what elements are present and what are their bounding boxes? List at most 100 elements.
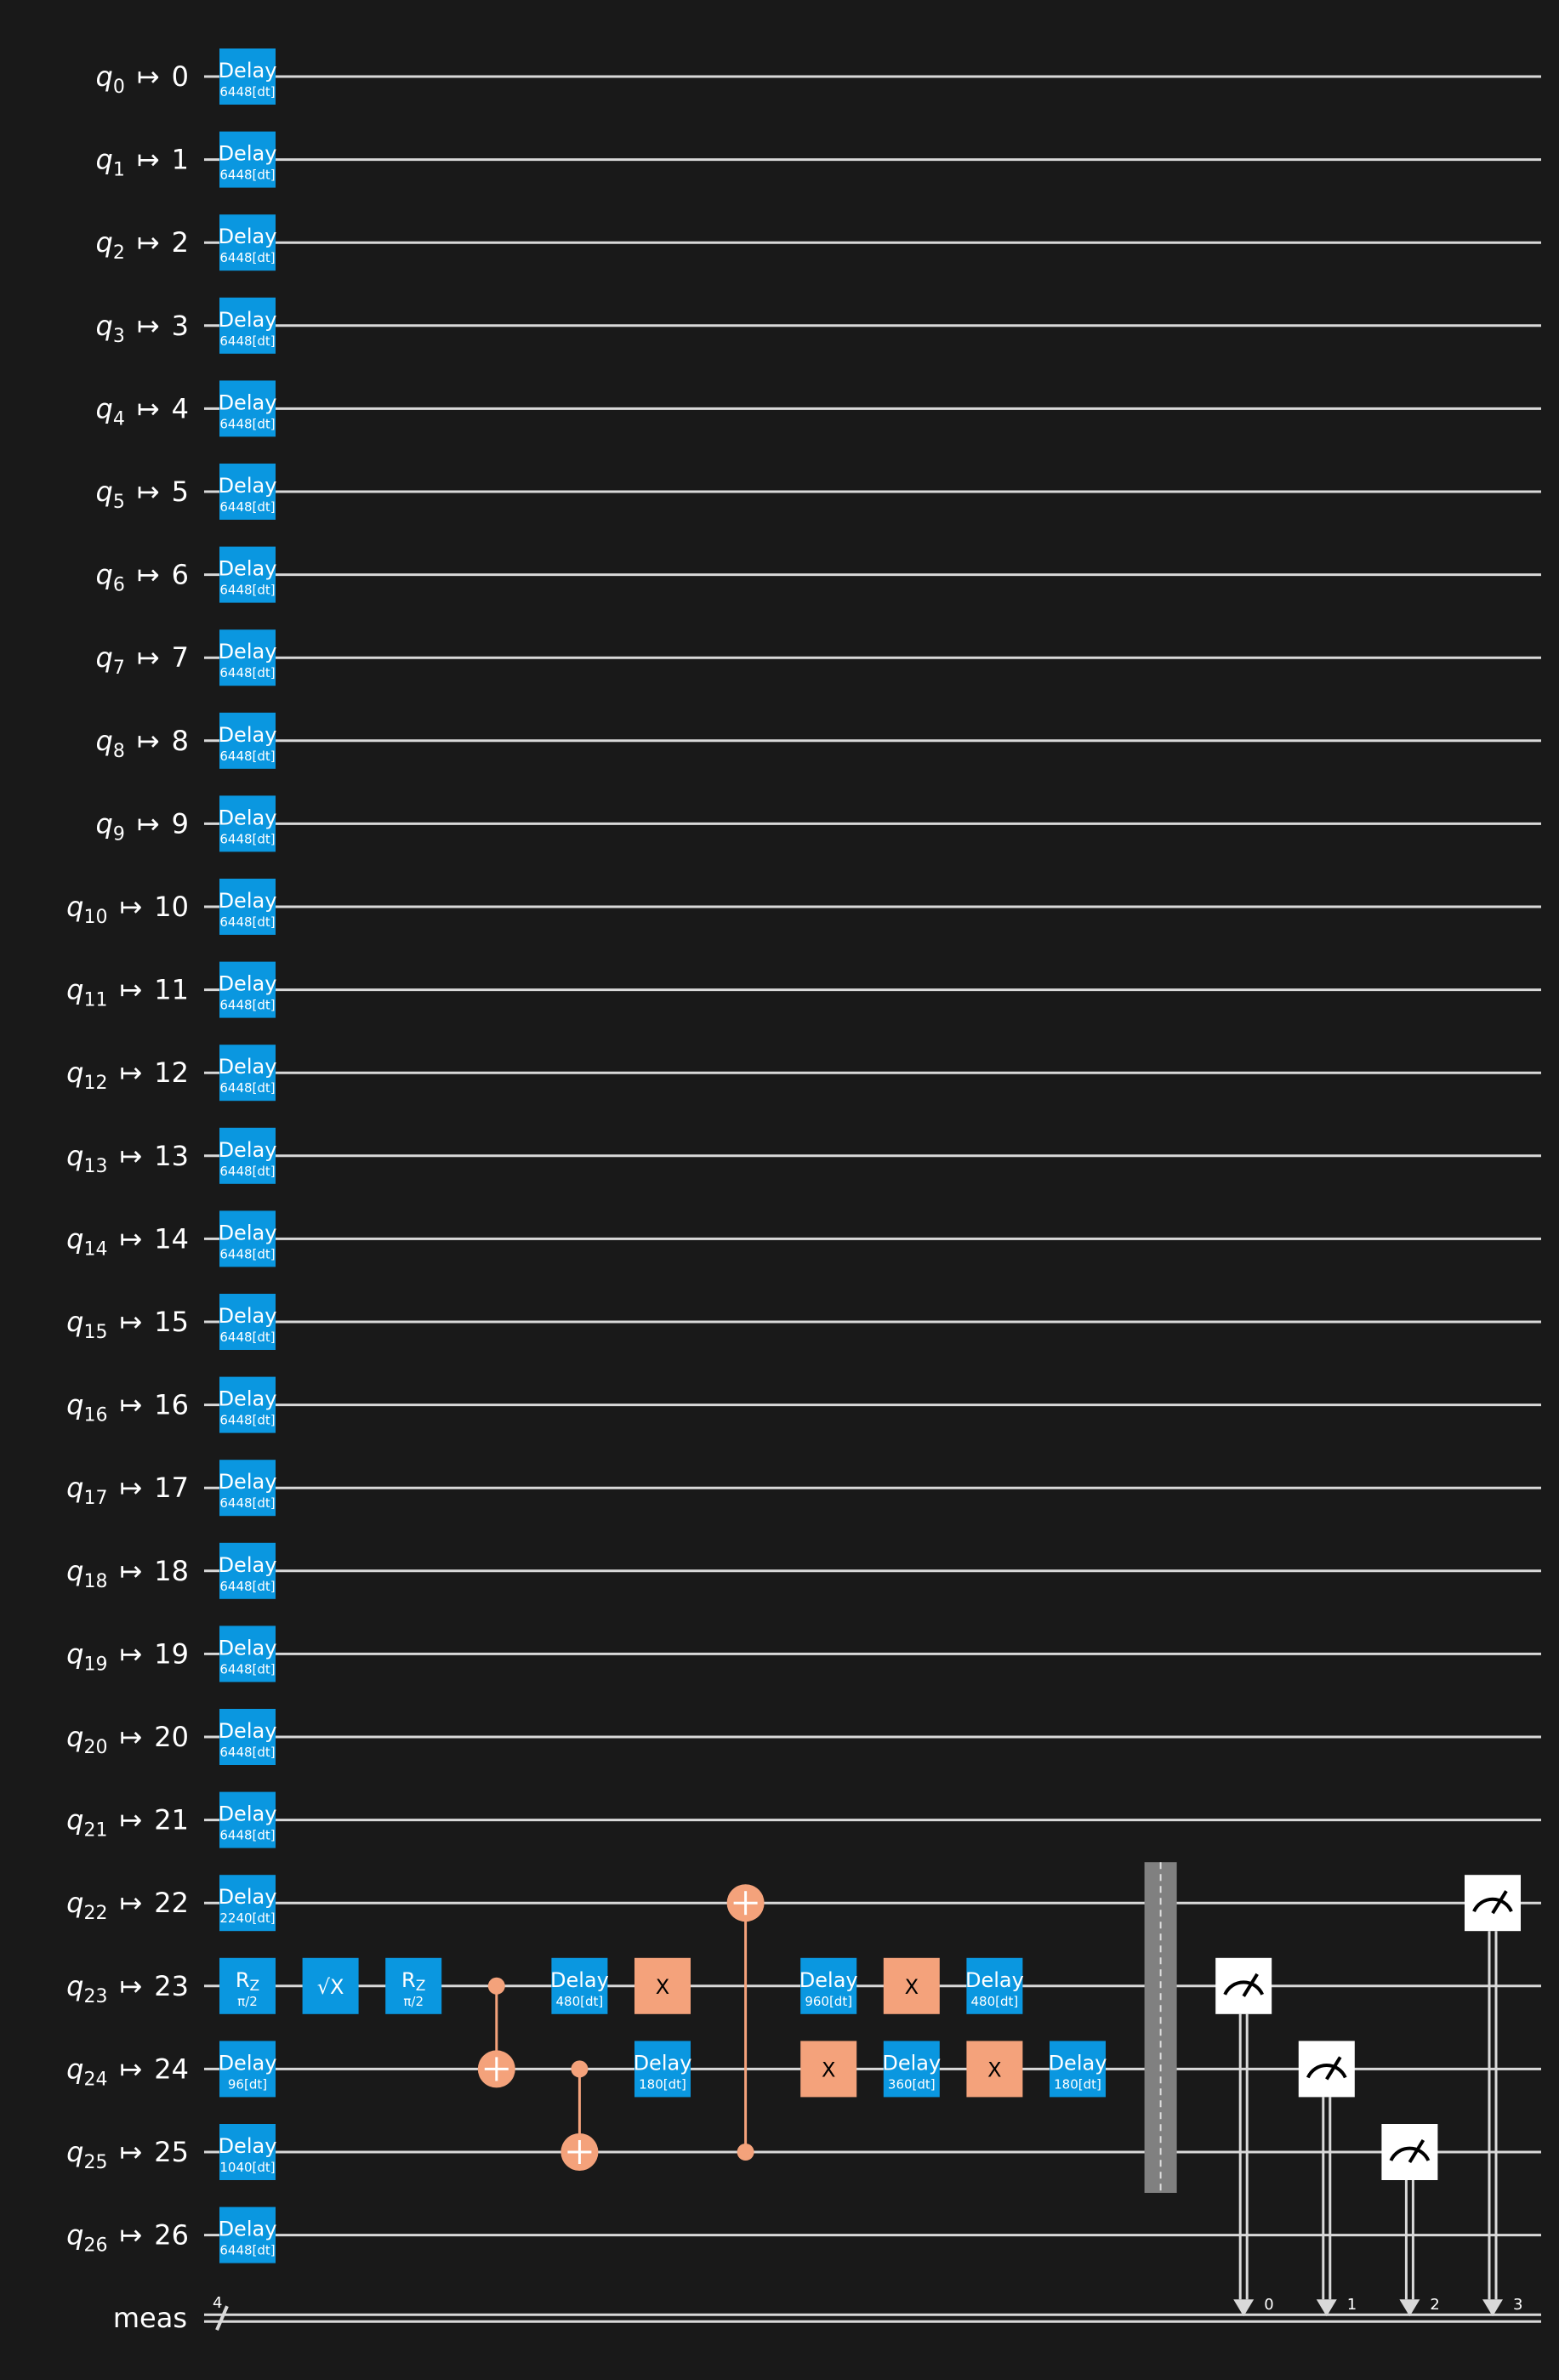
- delay-gate-label: Delay: [219, 2218, 277, 2241]
- delay-gate-label: Delay: [219, 889, 277, 913]
- delay-gate-param: 6448[dt]: [219, 665, 275, 680]
- qubit-label-name: q: [96, 392, 113, 424]
- qubit-label-index: 20: [83, 1737, 107, 1758]
- qubit-label-name: q: [96, 226, 113, 259]
- delay-gate: Delay 480[dt]: [965, 1957, 1024, 2014]
- qubit-label: q0 ↦ 0: [96, 60, 189, 98]
- mapsto-arrow: ↦: [137, 60, 160, 93]
- delay-gate-param: 6448[dt]: [219, 333, 275, 349]
- delay-gate-label: Delay: [219, 2134, 277, 2158]
- qubit-label-index: 7: [113, 658, 125, 679]
- qubit-label-name: q: [96, 725, 113, 757]
- physical-qubit-index: 25: [154, 2136, 189, 2168]
- mapsto-arrow: ↦: [137, 725, 160, 757]
- physical-qubit-index: 7: [172, 641, 189, 674]
- classical-register-label: meas: [113, 2302, 187, 2334]
- qubit-label-name: q: [66, 2053, 83, 2085]
- delay-gate: Delay6448[dt]: [219, 2206, 277, 2263]
- qubit-label-index: 13: [83, 1156, 107, 1177]
- cx-control-dot: [737, 2144, 754, 2161]
- qubit-label-index: 0: [113, 77, 125, 98]
- classical-bit-index: 1: [1347, 2296, 1357, 2314]
- physical-qubit-index: 23: [154, 1970, 189, 2002]
- delay-gate-param: 6448[dt]: [219, 998, 275, 1013]
- delay-gate-label: Delay: [219, 1802, 277, 1826]
- qubit-label-name: q: [66, 1721, 83, 1753]
- delay-gate: Delay180[dt]: [634, 2041, 692, 2098]
- delay-gate-label: Delay: [219, 390, 277, 414]
- delay-gate-label: Delay: [219, 2051, 277, 2075]
- qubit-label-name: q: [66, 1637, 83, 1670]
- barrier: [1144, 1862, 1177, 2193]
- measure-box: [1215, 1957, 1272, 2014]
- qubit-label-index: 6: [113, 575, 125, 596]
- qubit-label-name: q: [66, 1140, 83, 1172]
- qubit-label-name: q: [66, 1056, 83, 1089]
- mapsto-arrow: ↦: [137, 641, 160, 674]
- delay-gate-param: 6448[dt]: [219, 1579, 275, 1594]
- delay-gate-param: 96[dt]: [228, 2076, 267, 2092]
- delay-gate-param: 6448[dt]: [219, 1661, 275, 1677]
- x-gate: X: [634, 1957, 691, 2014]
- qubit-label: q1 ↦ 1: [96, 144, 189, 181]
- delay-gate-param: 6448[dt]: [219, 84, 275, 100]
- delay-gate: Delay6448[dt]: [219, 1791, 277, 1848]
- qubit-label-index: 24: [83, 2069, 107, 2090]
- mapsto-arrow: ↦: [119, 1306, 142, 1338]
- qubit-label-index: 14: [83, 1238, 107, 1260]
- delay-gate-param: 6448[dt]: [219, 250, 275, 265]
- qubit-label-index: 21: [83, 1820, 107, 1842]
- qubit-label-name: q: [66, 1555, 83, 1587]
- delay-gate-label: Delay: [219, 1138, 277, 1162]
- delay-gate: Delay6448[dt]: [219, 546, 277, 603]
- qubit-label-index: 12: [83, 1073, 107, 1094]
- delay-gate: Delay6448[dt]: [219, 712, 276, 769]
- qubit-label-index: 9: [113, 823, 125, 845]
- qubit-label-name: q: [66, 974, 83, 1006]
- delay-gate: Delay 960[dt]: [799, 1957, 858, 2014]
- delay-gate: Delay6448[dt]: [219, 131, 276, 188]
- delay-gate: Delay6448[dt]: [219, 1210, 276, 1267]
- delay-gate-param: 6448[dt]: [219, 1080, 275, 1096]
- delay-gate-label: Delay: [1049, 2051, 1107, 2075]
- delay-gate: Delay180[dt]: [1049, 2041, 1107, 2098]
- delay-gate: Delay 6448[dt]: [219, 380, 277, 437]
- qubit-label-index: 3: [113, 326, 125, 347]
- mapsto-arrow: ↦: [119, 1140, 142, 1172]
- delay-gate-label: Delay: [219, 225, 277, 248]
- delay-gate-label: Delay: [219, 1055, 277, 1079]
- delay-gate-label: Delay: [634, 2051, 692, 2075]
- rz-gate: RZπ/2: [385, 1957, 442, 2014]
- physical-qubit-index: 21: [154, 1804, 189, 1836]
- qubit-label-name: q: [96, 641, 113, 674]
- delay-gate-param: 480[dt]: [971, 1994, 1019, 2009]
- delay-gate: Delay6448[dt]: [219, 1709, 276, 1765]
- qubit-label: q9 ↦ 9: [96, 807, 189, 845]
- delay-gate: Delay6448[dt]: [219, 1045, 277, 1102]
- qubit-label-name: q: [96, 310, 113, 342]
- mapsto-arrow: ↦: [119, 1887, 142, 1919]
- qubit-label: q2 ↦ 2: [96, 226, 189, 264]
- sx-gate-label: √X: [317, 1975, 344, 1999]
- qubit-label: q6 ↦ 6: [96, 559, 189, 596]
- physical-qubit-index: 4: [172, 392, 189, 424]
- delay-gate-param: 6448[dt]: [219, 749, 275, 764]
- delay-gate-label: Delay: [965, 1968, 1024, 1992]
- delay-gate-label: Delay: [219, 557, 277, 581]
- delay-gate-param: 6448[dt]: [219, 416, 275, 431]
- mapsto-arrow: ↦: [119, 1222, 142, 1255]
- qubit-label-index: 26: [83, 2235, 107, 2257]
- measure-box: [1381, 2124, 1438, 2180]
- delay-gate-label: Delay: [219, 972, 277, 996]
- physical-qubit-index: 13: [154, 1140, 189, 1172]
- physical-qubit-index: 1: [172, 144, 189, 176]
- delay-gate: Delay 6448[dt]: [219, 214, 277, 271]
- mapsto-arrow: ↦: [119, 2136, 142, 2168]
- delay-gate-param: 6448[dt]: [219, 914, 275, 930]
- physical-qubit-index: 16: [154, 1389, 189, 1421]
- delay-gate-param: 6448[dt]: [219, 1164, 275, 1179]
- delay-gate-label: Delay: [219, 640, 277, 663]
- qubit-label-index: 1: [113, 160, 125, 181]
- sx-gate: √X: [302, 1957, 359, 2014]
- delay-gate: Delay 1040[dt]: [219, 2124, 277, 2180]
